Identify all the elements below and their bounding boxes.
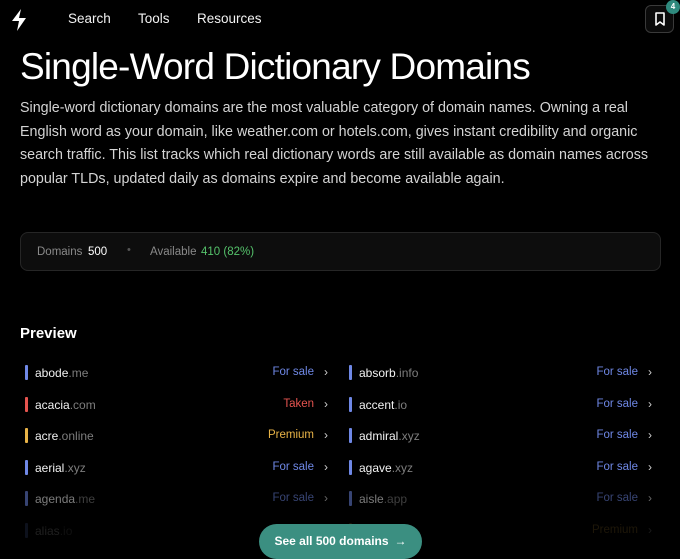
domain-status: For sale bbox=[272, 366, 314, 378]
domain-tld: .xyz bbox=[398, 429, 420, 443]
chevron-right-icon: › bbox=[648, 460, 652, 474]
domain-row[interactable]: absorb.info For sale › bbox=[349, 363, 654, 383]
status-indicator-bar bbox=[25, 523, 28, 538]
domain-row[interactable]: acacia.com Taken › bbox=[25, 395, 330, 415]
available-value: 410 (82%) bbox=[201, 246, 255, 258]
status-indicator-bar bbox=[349, 397, 352, 412]
domain-word: alias bbox=[35, 524, 60, 538]
chevron-right-icon: › bbox=[324, 365, 328, 379]
domain-row[interactable]: abode.me For sale › bbox=[25, 363, 330, 383]
status-indicator-bar bbox=[349, 365, 352, 380]
see-all-domains-button[interactable]: See all 500 domains → bbox=[259, 524, 422, 559]
available-label: Available bbox=[150, 246, 197, 258]
domain-word: accent bbox=[359, 398, 395, 412]
domain-name: aisle.app bbox=[359, 492, 407, 506]
domain-name: admiral.xyz bbox=[359, 429, 420, 443]
domain-status: For sale bbox=[596, 429, 638, 441]
chevron-right-icon: › bbox=[324, 397, 328, 411]
status-indicator-bar bbox=[349, 460, 352, 475]
domain-row[interactable]: aerial.xyz For sale › bbox=[25, 458, 330, 478]
domain-tld: .me bbox=[68, 366, 89, 380]
domain-name: abode.me bbox=[35, 366, 88, 380]
domain-tld: .info bbox=[395, 366, 419, 380]
domain-name: absorb.info bbox=[359, 366, 418, 380]
domain-name: agave.xyz bbox=[359, 461, 413, 475]
domain-name: acre.online bbox=[35, 429, 94, 443]
domain-tld: .io bbox=[394, 398, 408, 412]
domains-label: Domains bbox=[37, 246, 83, 258]
page-title: Single-Word Dictionary Domains bbox=[20, 46, 531, 87]
domain-status: For sale bbox=[272, 492, 314, 504]
separator-dot: • bbox=[127, 244, 131, 256]
intro-paragraph: Single-word dictionary domains are the m… bbox=[20, 100, 648, 187]
chevron-right-icon: › bbox=[648, 397, 652, 411]
domain-word: absorb bbox=[359, 366, 396, 380]
stats-bar: Domains 500 • Available 410 (82%) bbox=[20, 232, 661, 271]
status-indicator-bar bbox=[349, 428, 352, 443]
domain-word: agave bbox=[359, 461, 392, 475]
domain-tld: .me bbox=[75, 492, 96, 506]
chevron-right-icon: › bbox=[324, 460, 328, 474]
domain-row[interactable]: admiral.xyz For sale › bbox=[349, 426, 654, 446]
chevron-right-icon: › bbox=[648, 491, 652, 505]
domains-value: 500 bbox=[88, 246, 108, 258]
domain-word: acre bbox=[35, 429, 59, 443]
domain-name: accent.io bbox=[359, 398, 407, 412]
domain-tld: .app bbox=[383, 492, 408, 506]
domain-word: acacia bbox=[35, 398, 70, 412]
domain-name: acacia.com bbox=[35, 398, 96, 412]
domain-status: Premium bbox=[591, 524, 638, 536]
chevron-right-icon: › bbox=[648, 365, 652, 379]
domain-tld: .xyz bbox=[64, 461, 86, 475]
domain-word: abode bbox=[35, 366, 69, 380]
domain-tld: .xyz bbox=[391, 461, 414, 475]
domain-tld: .io bbox=[59, 524, 73, 538]
domain-status: Premium bbox=[267, 429, 314, 441]
top-nav: Search Tools Resources 4 bbox=[0, 0, 680, 38]
status-indicator-bar bbox=[25, 428, 28, 443]
domain-status: For sale bbox=[596, 492, 638, 504]
status-indicator-bar bbox=[25, 491, 28, 506]
bookmark-icon bbox=[655, 12, 665, 26]
status-indicator-bar bbox=[349, 491, 352, 506]
domain-word: agenda bbox=[35, 492, 76, 506]
domain-row[interactable]: agenda.me For sale › bbox=[25, 489, 330, 509]
status-indicator-bar bbox=[25, 397, 28, 412]
chevron-right-icon: › bbox=[648, 523, 652, 537]
preview-heading: Preview bbox=[20, 325, 77, 342]
domain-status: For sale bbox=[596, 366, 638, 378]
domain-name: alias.io bbox=[35, 524, 72, 538]
domain-word: admiral bbox=[359, 429, 399, 443]
domain-status: For sale bbox=[272, 461, 314, 473]
status-indicator-bar bbox=[25, 460, 28, 475]
nav-link-resources[interactable]: Resources bbox=[197, 11, 262, 26]
domain-tld: .online bbox=[58, 429, 94, 443]
domain-row[interactable]: acre.online Premium › bbox=[25, 426, 330, 446]
chevron-right-icon: › bbox=[648, 428, 652, 442]
nav-link-search[interactable]: Search bbox=[68, 11, 111, 26]
domain-word: aerial bbox=[35, 461, 65, 475]
domain-status: For sale bbox=[596, 398, 638, 410]
domain-name: aerial.xyz bbox=[35, 461, 86, 475]
domain-tld: .com bbox=[69, 398, 96, 412]
domain-row[interactable]: accent.io For sale › bbox=[349, 395, 654, 415]
bookmark-count-badge: 4 bbox=[666, 0, 680, 14]
chevron-right-icon: › bbox=[324, 428, 328, 442]
domain-word: aisle bbox=[359, 492, 384, 506]
domain-name: agenda.me bbox=[35, 492, 95, 506]
domain-status: Taken bbox=[283, 398, 314, 410]
domain-row[interactable]: agave.xyz For sale › bbox=[349, 458, 654, 478]
domain-row[interactable]: aisle.app For sale › bbox=[349, 489, 654, 509]
chevron-right-icon: › bbox=[324, 491, 328, 505]
see-all-label: See all 500 domains bbox=[274, 534, 389, 548]
nav-link-tools[interactable]: Tools bbox=[138, 11, 170, 26]
status-indicator-bar bbox=[25, 365, 28, 380]
domain-status: For sale bbox=[596, 461, 638, 473]
arrow-right-icon: → bbox=[394, 534, 407, 548]
lightning-logo-icon[interactable] bbox=[9, 8, 29, 32]
